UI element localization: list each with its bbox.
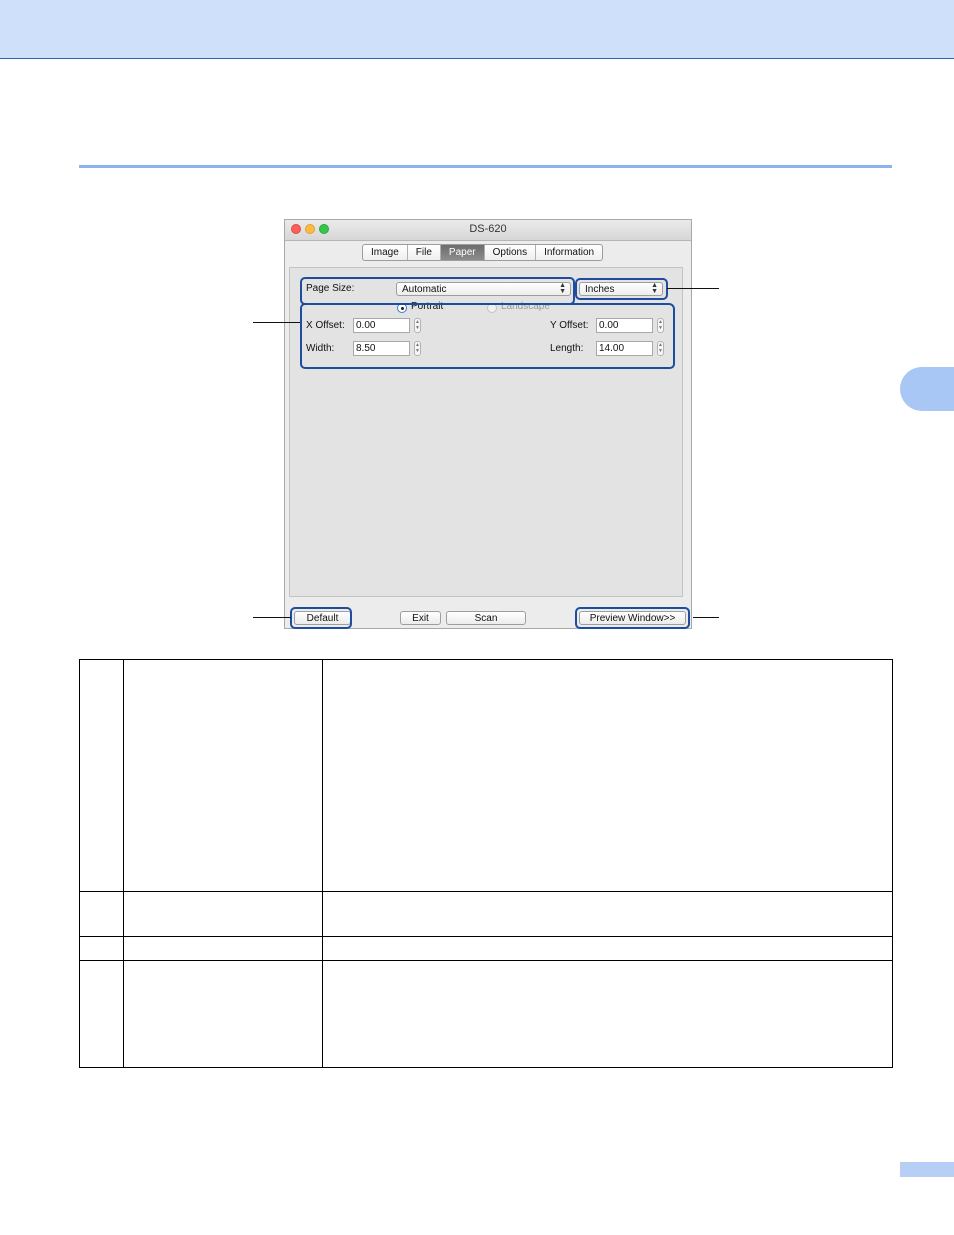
table-cell: [79, 659, 124, 892]
default-callout: [290, 607, 352, 629]
table-row: [79, 960, 894, 1068]
callout-leader-dimensions: [253, 322, 300, 323]
tab-bar: Image File Paper Options Information: [362, 244, 604, 261]
tab-information[interactable]: Information: [536, 245, 602, 260]
tab-paper[interactable]: Paper: [440, 245, 485, 260]
table-cell: [79, 960, 124, 1068]
page-number-tab: [900, 1162, 954, 1177]
table-cell: [79, 891, 124, 937]
tab-file[interactable]: File: [408, 245, 441, 260]
table-cell: [122, 936, 323, 961]
callout-leader-default: [253, 617, 291, 618]
window-title: DS-620: [469, 223, 507, 235]
table-row: [79, 891, 894, 937]
callout-leader-preview: [693, 617, 719, 618]
preview-callout: [575, 607, 690, 629]
scan-button[interactable]: Scan: [446, 611, 526, 625]
table-cell: [122, 891, 323, 937]
table-cell: [321, 960, 894, 1068]
tab-options[interactable]: Options: [485, 245, 537, 260]
table-cell: [321, 891, 894, 937]
description-table: [79, 659, 894, 1068]
dimensions-callout: [300, 303, 675, 369]
table-cell: [122, 960, 323, 1068]
ds620-dialog: DS-620 Image File Paper Options Informat…: [284, 219, 692, 629]
table-cell: [321, 936, 894, 961]
callout-leader-units: [667, 288, 719, 289]
table-row: [79, 659, 894, 892]
table-cell: [122, 659, 323, 892]
section-rule: [79, 165, 892, 168]
units-callout: [575, 278, 668, 300]
table-cell: [79, 936, 124, 961]
page-header-band: [0, 0, 954, 59]
exit-button[interactable]: Exit: [400, 611, 441, 625]
chapter-side-tab: [900, 367, 954, 411]
title-bar: DS-620: [285, 220, 691, 241]
table-row: [79, 936, 894, 961]
tab-image[interactable]: Image: [363, 245, 408, 260]
table-cell: [321, 659, 894, 892]
